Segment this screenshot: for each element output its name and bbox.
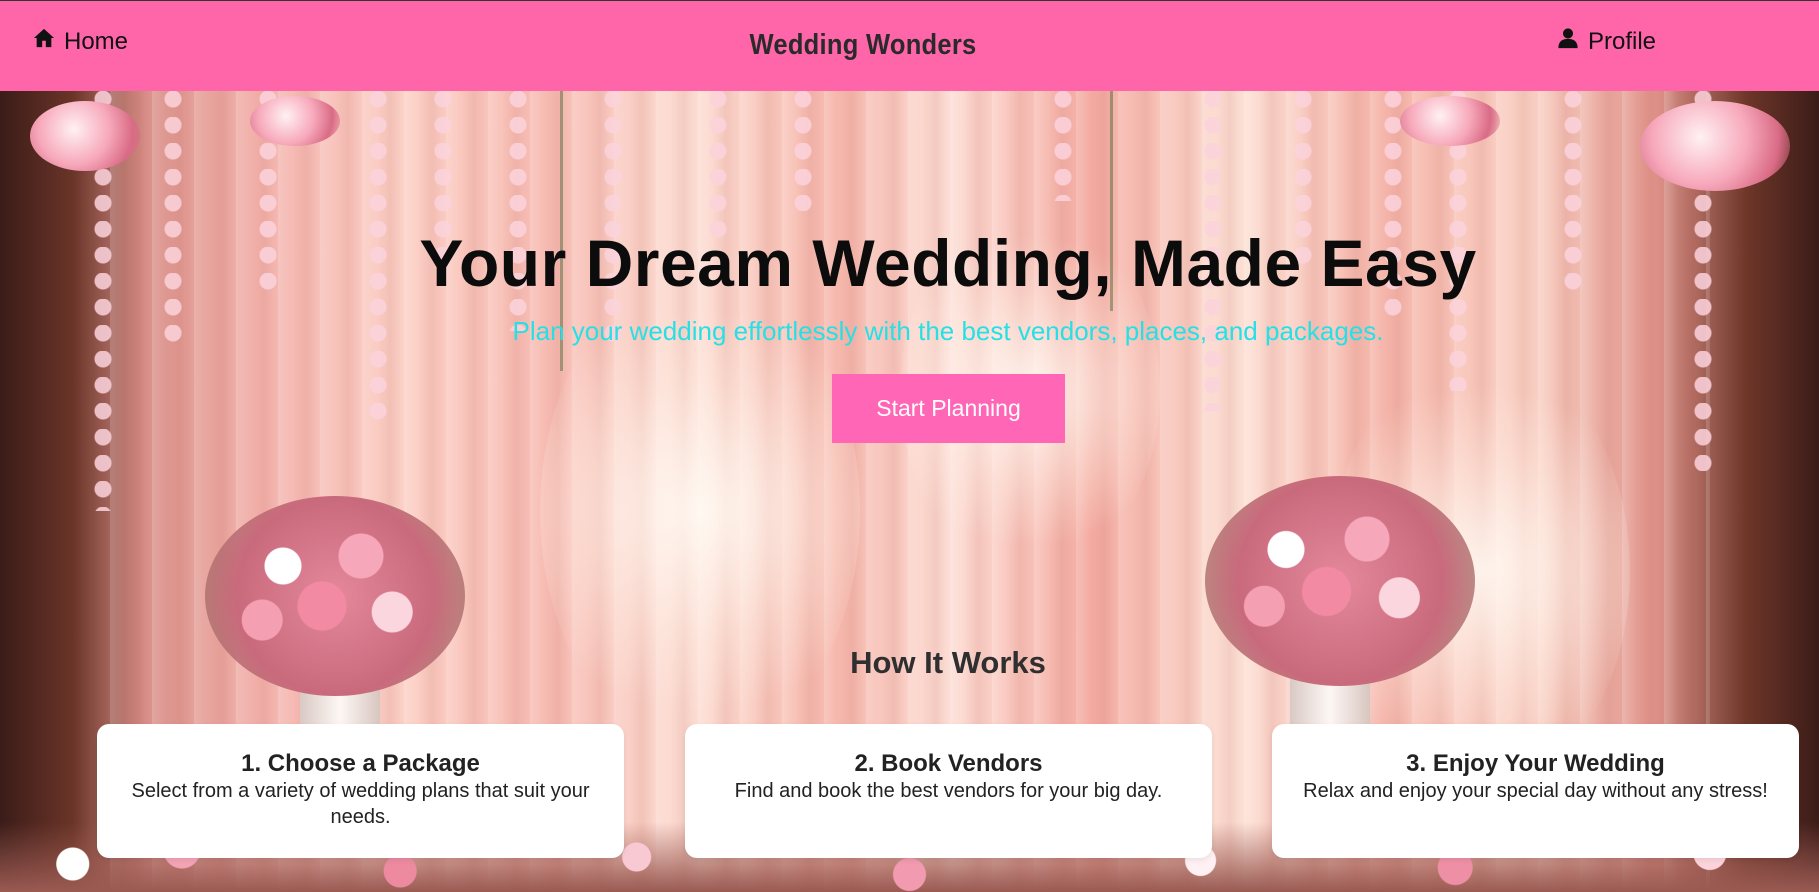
step-title: 2. Book Vendors [854,750,1043,777]
user-icon [1557,27,1579,56]
hero-subtitle: Plan your wedding effortlessly with the … [512,316,1384,346]
flower-garland [790,91,816,211]
nav-profile-link[interactable]: Profile [1557,27,1656,56]
blossom-cluster [1400,96,1500,146]
step-title: 3. Enjoy Your Wedding [1406,750,1665,777]
step-description: Find and book the best vendors for your … [734,780,1163,802]
step-card: 1. Choose a Package Select from a variet… [97,724,624,858]
blossom-cluster [250,96,340,146]
how-it-works-title: How It Works [850,645,1046,680]
step-description: Relax and enjoy your special day without… [1303,780,1768,802]
step-description: Select from a variety of wedding plans t… [131,780,590,828]
flower-garland [160,91,186,351]
step-card: 2. Book Vendors Find and book the best v… [685,724,1212,858]
start-planning-button[interactable]: Start Planning [832,374,1065,443]
blossom-cluster [1640,101,1790,191]
brand-title: Wedding Wonders [749,29,977,61]
step-card: 3. Enjoy Your Wedding Relax and enjoy yo… [1272,724,1799,858]
flower-garland [705,91,731,241]
navbar: Home Wedding Wonders Profile [0,0,1819,91]
flower-garland [600,91,626,351]
nav-profile-label: Profile [1588,27,1657,55]
home-icon [33,27,55,56]
hero-title: Your Dream Wedding, Made Easy [419,226,1477,300]
flower-garland [1050,91,1076,201]
step-title: 1. Choose a Package [241,750,480,777]
blossom-cluster [30,101,140,171]
